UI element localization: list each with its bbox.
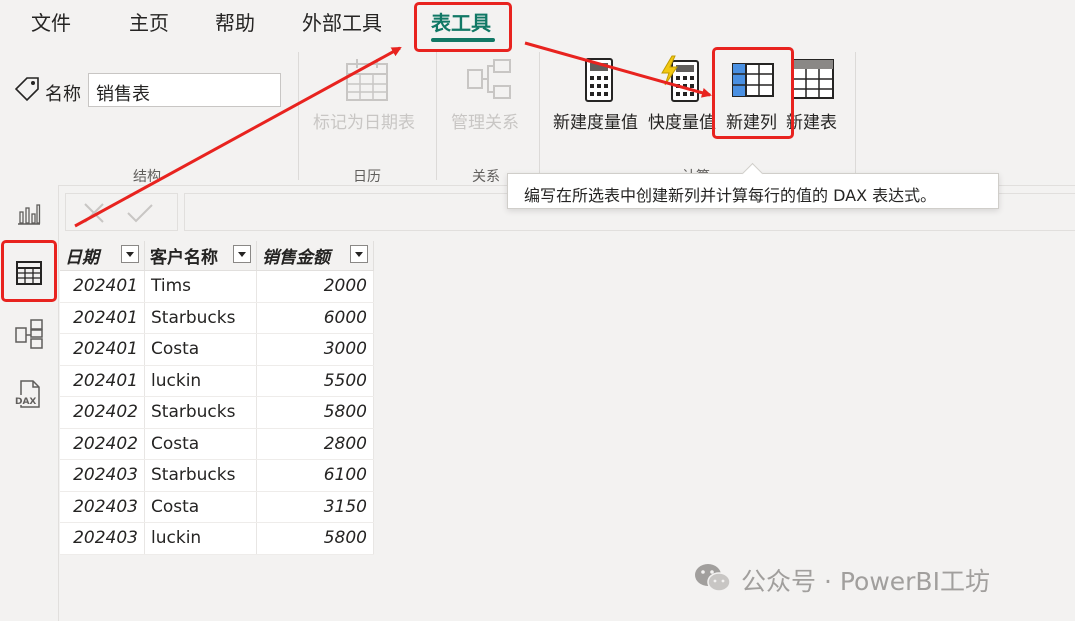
column-header-date[interactable]: 日期	[60, 241, 145, 271]
group-relationships-label: 关系	[472, 169, 500, 185]
cell-date[interactable]: 202401	[60, 333, 145, 366]
cell-date[interactable]: 202403	[60, 491, 145, 523]
table-name-input[interactable]: 销售表	[88, 73, 281, 107]
table-row: 202403 Starbucks 6100	[60, 459, 374, 492]
filter-dropdown-icon[interactable]	[233, 245, 251, 263]
column-header-amount[interactable]: 销售金额	[256, 241, 374, 271]
cell-customer[interactable]: Starbucks	[144, 396, 257, 429]
cell-amount[interactable]: 2000	[256, 270, 374, 303]
menu-home[interactable]: 主页	[129, 7, 169, 36]
column-header-label: 销售金额	[262, 248, 330, 268]
cell-date[interactable]: 202401	[60, 365, 145, 397]
group-divider	[436, 52, 437, 180]
table-row: 202402 Costa 2800	[60, 428, 374, 460]
filter-dropdown-icon[interactable]	[121, 245, 139, 263]
close-icon[interactable]	[83, 202, 105, 224]
data-table: 日期 客户名称 销售金额 202401 Tims 2000 202401 Starbuc…	[60, 241, 374, 555]
group-divider	[298, 52, 299, 180]
manage-relationships-button[interactable]: 管理关系	[451, 108, 519, 133]
cell-customer[interactable]: luckin	[144, 522, 257, 555]
group-calendar-label: 日历	[353, 169, 381, 185]
cell-amount[interactable]: 2800	[256, 428, 374, 460]
new-measure-button[interactable]: 新建度量值	[553, 108, 638, 133]
bar-chart-icon[interactable]	[17, 203, 41, 225]
cell-amount[interactable]: 6100	[256, 459, 374, 492]
new-column-button[interactable]: 新建列	[726, 108, 777, 133]
cell-customer[interactable]: Starbucks	[144, 459, 257, 492]
calendar-table-icon	[346, 59, 388, 101]
cell-amount[interactable]: 5500	[256, 365, 374, 397]
column-header-label: 客户名称	[150, 248, 218, 268]
cell-amount[interactable]: 5800	[256, 522, 374, 555]
cell-customer[interactable]: Costa	[144, 491, 257, 523]
new-table-icon	[792, 59, 834, 99]
cell-date[interactable]: 202402	[60, 428, 145, 460]
wechat-icon	[695, 564, 731, 592]
svg-text:DAX: DAX	[15, 397, 36, 407]
column-header-label: 日期	[65, 248, 99, 268]
calculator-icon	[585, 58, 613, 102]
menu-table-tools[interactable]: 表工具	[431, 7, 491, 36]
quick-measure-button[interactable]: 快度量值	[648, 108, 716, 133]
dax-query-icon[interactable]: DAX	[13, 380, 43, 408]
new-table-button[interactable]: 新建表	[786, 108, 837, 133]
name-label: 名称	[45, 84, 81, 105]
table-row: 202401 Tims 2000	[60, 270, 374, 303]
active-tab-indicator	[431, 38, 495, 42]
cell-date[interactable]: 202401	[60, 270, 145, 303]
table-row: 202401 Costa 3000	[60, 333, 374, 366]
ribbon: 名称 销售表 结构 标记为日期表 日历 管理关系 关系 新建度量值 快度量值 新…	[0, 44, 1075, 186]
cell-customer[interactable]: Costa	[144, 333, 257, 366]
mark-as-date-table-button[interactable]: 标记为日期表	[313, 108, 415, 133]
filter-dropdown-icon[interactable]	[350, 245, 368, 263]
cell-date[interactable]: 202402	[60, 396, 145, 429]
tag-icon	[15, 77, 39, 102]
menu-external-tools[interactable]: 外部工具	[302, 7, 382, 36]
column-header-customer[interactable]: 客户名称	[144, 241, 257, 271]
table-row: 202401 Starbucks 6000	[60, 302, 374, 334]
table-row: 202402 Starbucks 5800	[60, 396, 374, 429]
watermark-text: 公众号 · PowerBI工坊	[741, 567, 990, 596]
cell-customer[interactable]: Tims	[144, 270, 257, 303]
lightning-calculator-icon	[661, 55, 699, 102]
cell-date[interactable]: 202403	[60, 522, 145, 555]
table-row: 202401 luckin 5500	[60, 365, 374, 397]
menu-file[interactable]: 文件	[31, 7, 71, 36]
cell-amount[interactable]: 5800	[256, 396, 374, 429]
check-icon[interactable]	[126, 202, 154, 224]
menu-bar: 文件 主页 帮助 外部工具 表工具	[0, 0, 1075, 44]
model-icon[interactable]	[15, 319, 43, 349]
formula-buttons	[65, 193, 178, 231]
menu-help[interactable]: 帮助	[215, 7, 255, 36]
cell-customer[interactable]: luckin	[144, 365, 257, 397]
view-switcher: DAX	[0, 185, 59, 621]
cell-customer[interactable]: Costa	[144, 428, 257, 460]
cell-amount[interactable]: 6000	[256, 302, 374, 334]
table-row: 202403 Costa 3150	[60, 491, 374, 523]
table-row: 202403 luckin 5800	[60, 522, 374, 555]
cell-amount[interactable]: 3150	[256, 491, 374, 523]
new-column-icon	[732, 63, 774, 97]
group-divider	[855, 52, 856, 180]
table-grid-icon[interactable]	[16, 261, 42, 285]
table-header-row: 日期 客户名称 销售金额	[60, 241, 374, 271]
group-structure-label: 结构	[133, 169, 161, 185]
relationships-icon	[467, 59, 511, 99]
cell-amount[interactable]: 3000	[256, 333, 374, 366]
group-divider	[539, 52, 540, 180]
cell-date[interactable]: 202403	[60, 459, 145, 492]
cell-date[interactable]: 202401	[60, 302, 145, 334]
cell-customer[interactable]: Starbucks	[144, 302, 257, 334]
